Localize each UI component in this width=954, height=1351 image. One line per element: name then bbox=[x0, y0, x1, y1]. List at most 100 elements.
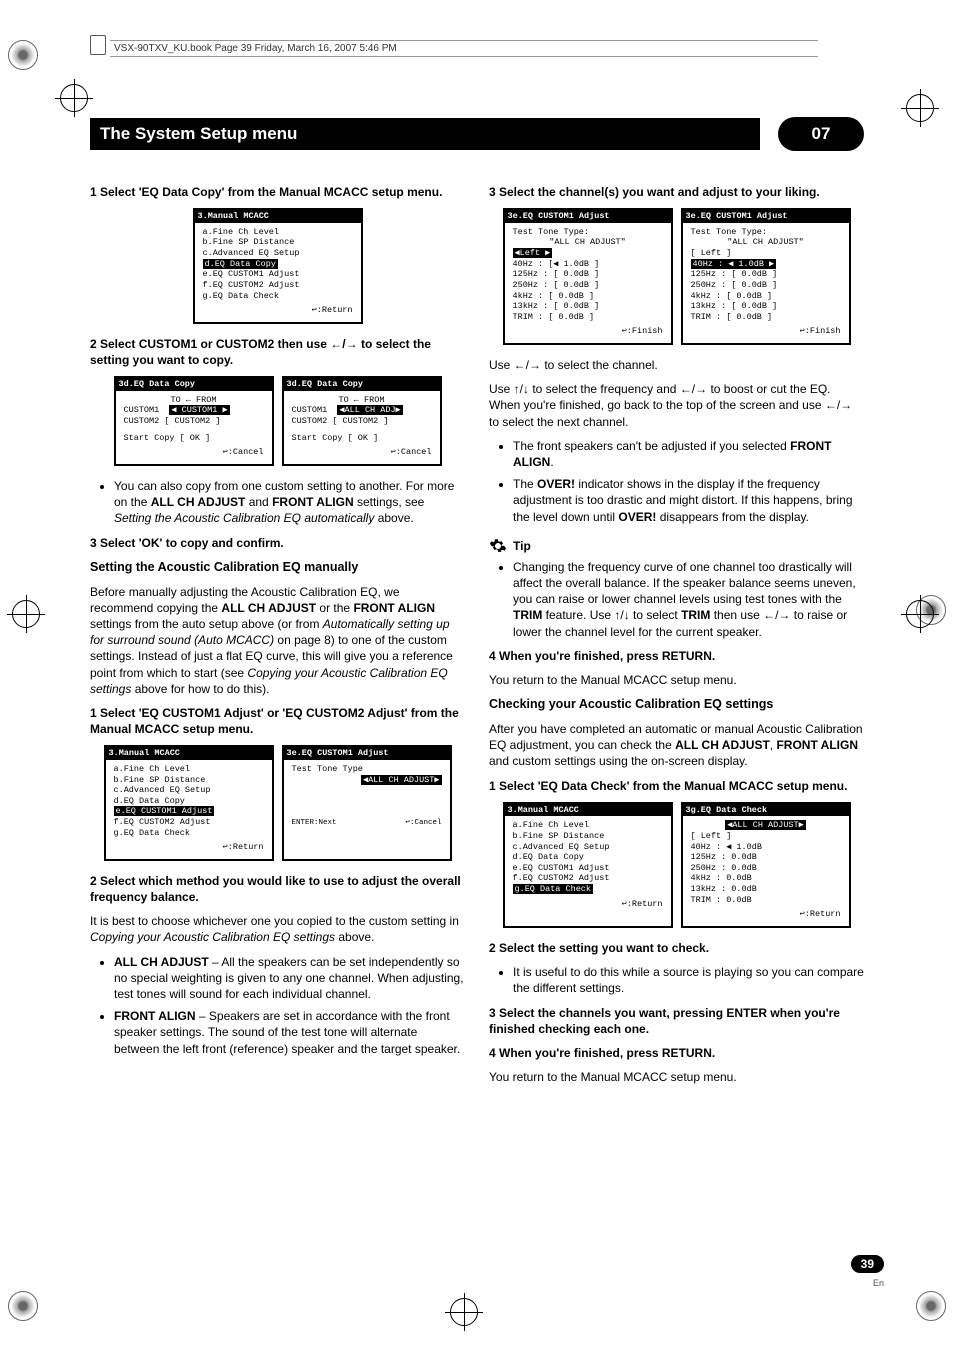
text-bold: FRONT ALIGN bbox=[272, 495, 354, 509]
text-bold: FRONT ALIGN bbox=[353, 601, 435, 615]
step-3: 3 Select 'OK' to copy and confirm. bbox=[90, 535, 465, 551]
osd-eq-adjust-a: 3e.EQ CUSTOM1 Adjust Test Tone Type: "AL… bbox=[503, 208, 673, 345]
osd-footer: ↩:Finish bbox=[513, 326, 663, 337]
osd-title: 3.Manual MCACC bbox=[505, 804, 671, 817]
step-r4: 4 When you're finished, press RETURN. bbox=[489, 648, 864, 664]
osd-row: 4kHz : [ 0.0dB ] bbox=[513, 291, 663, 302]
text: Changing the frequency curve of one chan… bbox=[513, 560, 856, 606]
text: It is best to choose whichever one you c… bbox=[90, 914, 459, 928]
book-icon bbox=[90, 35, 106, 55]
osd-line: g.EQ Data Check bbox=[114, 828, 264, 839]
para-manual-eq: Before manually adjusting the Acoustic C… bbox=[90, 584, 465, 697]
bullet-front-align: FRONT ALIGN – Speakers are set in accord… bbox=[114, 1008, 465, 1057]
osd-row: 13kHz : [ 0.0dB ] bbox=[691, 301, 841, 312]
step-r4-sub: You return to the Manual MCACC setup men… bbox=[489, 672, 864, 688]
step-c4-sub: You return to the Manual MCACC setup men… bbox=[489, 1069, 864, 1085]
osd-line: f.EQ CUSTOM2 Adjust bbox=[114, 817, 264, 828]
use-ud: Use ↑/↓ to select the frequency and ←/→ … bbox=[489, 381, 864, 430]
osd-sub: Test Tone Type: bbox=[513, 227, 663, 238]
osd-footer: ↩:Return bbox=[203, 305, 353, 316]
osd-line: f.EQ CUSTOM2 Adjust bbox=[513, 873, 663, 884]
text: above. bbox=[374, 511, 413, 525]
osd-line: e.EQ CUSTOM1 Adjust bbox=[203, 269, 353, 280]
crop-mark bbox=[916, 1291, 946, 1321]
tip-text: Changing the frequency curve of one chan… bbox=[513, 559, 864, 640]
osd-row: TRIM : [ 0.0dB ] bbox=[691, 312, 841, 323]
text-italic: Copying your Acoustic Calibration EQ set… bbox=[90, 930, 335, 944]
osd-row: 125Hz : [ 0.0dB ] bbox=[513, 269, 663, 280]
chapter-number: 07 bbox=[778, 117, 864, 151]
osd-line: b.Fine SP Distance bbox=[203, 237, 353, 248]
chapter-title-bar: The System Setup menu 07 bbox=[90, 117, 864, 151]
osd-line-highlight: g.EQ Data Check bbox=[513, 884, 594, 894]
step-r3: 3 Select the channel(s) you want and adj… bbox=[489, 184, 864, 200]
osd-row: TRIM : 0.0dB bbox=[691, 895, 841, 906]
osd-title: 3e.EQ CUSTOM1 Adjust bbox=[683, 210, 849, 223]
osd-line-highlight: e.EQ CUSTOM1 Adjust bbox=[114, 806, 215, 816]
bullet-c2: It is useful to do this while a source i… bbox=[513, 964, 864, 996]
step-2: 2 Select CUSTOM1 or CUSTOM2 then use ←/→… bbox=[90, 336, 465, 368]
text-bold: ALL CH ADJUST bbox=[675, 738, 770, 752]
source-file-header: VSX-90TXV_KU.book Page 39 Friday, March … bbox=[110, 40, 818, 57]
osd-custom1-adjust-type: 3e.EQ CUSTOM1 Adjust Test Tone Type ◀ALL… bbox=[282, 745, 452, 861]
osd-line-highlight: d.EQ Data Copy bbox=[203, 259, 278, 269]
osd-row-highlight: 40Hz : ◀ 1.0dB ▶ bbox=[691, 259, 777, 269]
text-bold: TRIM bbox=[513, 608, 542, 622]
chapter-title: The System Setup menu bbox=[90, 118, 760, 150]
bullet-copy-note: You can also copy from one custom settin… bbox=[114, 478, 465, 527]
text: and bbox=[245, 495, 272, 509]
osd-title: 3e.EQ CUSTOM1 Adjust bbox=[505, 210, 671, 223]
osd-row: 13kHz : 0.0dB bbox=[691, 884, 841, 895]
osd-row: 250Hz : [ 0.0dB ] bbox=[513, 280, 663, 291]
osd-line: f.EQ CUSTOM2 Adjust bbox=[203, 280, 353, 291]
text: disappears from the display. bbox=[656, 510, 809, 524]
osd-channel-highlight: ◀Left ▶ bbox=[513, 248, 553, 258]
tip-label: Tip bbox=[513, 538, 531, 554]
osd-line: a.Fine Ch Level bbox=[203, 227, 353, 238]
osd-header-row: TO ← FROM bbox=[292, 395, 432, 406]
osd-channel: [ Left ] bbox=[691, 248, 841, 259]
osd-title: 3e.EQ CUSTOM1 Adjust bbox=[284, 747, 450, 760]
osd-line: d.EQ Data Copy bbox=[114, 796, 264, 807]
bullet-over-note: The OVER! indicator shows in the display… bbox=[513, 476, 864, 525]
osd-footer-right: ↩:Cancel bbox=[405, 819, 441, 828]
osd-line: c.Advanced EQ Setup bbox=[513, 842, 663, 853]
crop-mark bbox=[8, 40, 38, 70]
osd-row: 250Hz : 0.0dB bbox=[691, 863, 841, 874]
osd-line: a.Fine Ch Level bbox=[513, 820, 663, 831]
osd-label: Test Tone Type bbox=[292, 764, 442, 775]
osd-footer: ↩:Return bbox=[513, 899, 663, 910]
osd-manual-mcacc-check: 3.Manual MCACC a.Fine Ch Level b.Fine SP… bbox=[503, 802, 673, 928]
text: or the bbox=[316, 601, 353, 615]
osd-data-check: 3g.EQ Data Check ◀ALL CH ADJUST▶ [ Left … bbox=[681, 802, 851, 928]
text: The bbox=[513, 477, 537, 491]
bullet-front-align-note: The front speakers can't be adjusted if … bbox=[513, 438, 864, 470]
tip-heading: Tip bbox=[489, 537, 864, 555]
osd-manual-mcacc-copy: 3.Manual MCACC a.Fine Ch Level b.Fine SP… bbox=[193, 208, 363, 324]
step-c1: 1 Select 'EQ Data Check' from the Manual… bbox=[489, 778, 864, 794]
text-bold: ALL CH ADJUST bbox=[151, 495, 246, 509]
osd-cell: CUSTOM2 [ bbox=[292, 416, 338, 426]
osd-channel: [ Left ] bbox=[691, 831, 841, 842]
text: and custom settings using the on-screen … bbox=[489, 754, 748, 768]
osd-line: a.Fine Ch Level bbox=[114, 764, 264, 775]
text: . bbox=[550, 455, 553, 469]
osd-value-highlight: ◀ALL CH ADJUST▶ bbox=[361, 775, 442, 785]
left-column: 1 Select 'EQ Data Copy' from the Manual … bbox=[90, 181, 465, 1093]
text: above for how to do this). bbox=[131, 682, 269, 696]
osd-cell-highlight: ◀ CUSTOM1 ▶ bbox=[169, 405, 229, 415]
osd-footer: ↩:Cancel bbox=[292, 447, 432, 458]
para-check: After you have completed an automatic or… bbox=[489, 721, 864, 770]
text: The front speakers can't be adjusted if … bbox=[513, 439, 790, 453]
osd-sub: "ALL CH ADJUST" bbox=[513, 237, 663, 248]
right-column: 3 Select the channel(s) you want and adj… bbox=[489, 181, 864, 1093]
text-bold: ALL CH ADJUST bbox=[114, 955, 209, 969]
osd-cell-highlight: ◀ALL CH ADJ▶ bbox=[337, 405, 402, 415]
osd-cell: CUSTOM1 bbox=[124, 405, 160, 415]
osd-title: 3g.EQ Data Check bbox=[683, 804, 849, 817]
step-m2: 2 Select which method you would like to … bbox=[90, 873, 465, 905]
osd-data-copy-b: 3d.EQ Data Copy TO ← FROM CUSTOM1 ◀ALL C… bbox=[282, 376, 442, 466]
osd-row: 125Hz : [ 0.0dB ] bbox=[691, 269, 841, 280]
osd-cell: CUSTOM2 ] bbox=[175, 416, 221, 426]
osd-header-row: TO ← FROM bbox=[124, 395, 264, 406]
